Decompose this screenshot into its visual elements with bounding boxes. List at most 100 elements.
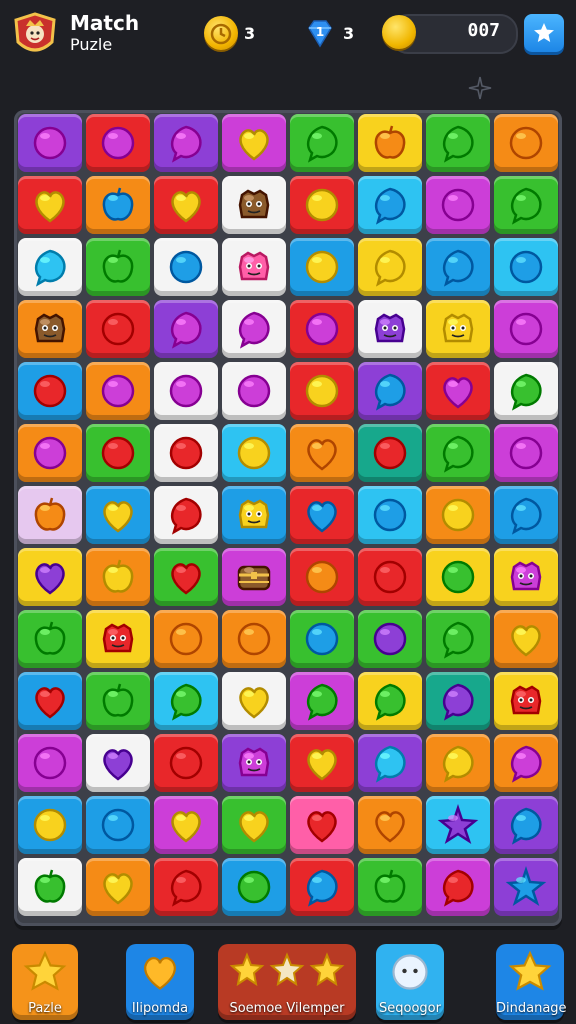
tile-r5-c6[interactable] [426,424,490,482]
tile-r11-c5[interactable] [358,796,422,854]
tile-r11-c1[interactable] [86,796,150,854]
tile-r2-c5[interactable] [358,238,422,296]
tile-r4-c2[interactable] [154,362,218,420]
tile-r10-c4[interactable] [290,734,354,792]
tile-r4-c0[interactable] [18,362,82,420]
tile-r10-c1[interactable] [86,734,150,792]
tile-r5-c2[interactable] [154,424,218,482]
tile-r1-c0[interactable] [18,176,82,234]
tile-r7-c4[interactable] [290,548,354,606]
tile-r9-c5[interactable] [358,672,422,730]
tile-r12-c1[interactable] [86,858,150,916]
tile-r7-c2[interactable] [154,548,218,606]
tile-r11-c6[interactable] [426,796,490,854]
tile-r0-c2[interactable] [154,114,218,172]
tile-r11-c2[interactable] [154,796,218,854]
tile-r1-c5[interactable] [358,176,422,234]
tile-r7-c5[interactable] [358,548,422,606]
tile-r3-c4[interactable] [290,300,354,358]
tile-r6-c0[interactable] [18,486,82,544]
favorite-button[interactable] [524,14,564,52]
tile-r1-c3[interactable] [222,176,286,234]
pazle-button[interactable]: Pazle [12,944,78,1020]
tile-r8-c7[interactable] [494,610,558,668]
tile-r8-c6[interactable] [426,610,490,668]
tile-r3-c2[interactable] [154,300,218,358]
tile-r2-c0[interactable] [18,238,82,296]
tile-r6-c1[interactable] [86,486,150,544]
tile-r5-c3[interactable] [222,424,286,482]
tile-r10-c3[interactable] [222,734,286,792]
tile-r2-c4[interactable] [290,238,354,296]
tile-r11-c3[interactable] [222,796,286,854]
tile-r7-c0[interactable] [18,548,82,606]
tile-r4-c4[interactable] [290,362,354,420]
tile-r2-c6[interactable] [426,238,490,296]
tile-r2-c3[interactable] [222,238,286,296]
tile-r11-c0[interactable] [18,796,82,854]
tile-r12-c2[interactable] [154,858,218,916]
tile-r9-c1[interactable] [86,672,150,730]
tile-r0-c5[interactable] [358,114,422,172]
tile-r10-c6[interactable] [426,734,490,792]
tile-r4-c7[interactable] [494,362,558,420]
tile-r5-c1[interactable] [86,424,150,482]
tile-r12-c5[interactable] [358,858,422,916]
tile-r3-c6[interactable] [426,300,490,358]
tile-r6-c6[interactable] [426,486,490,544]
tile-r10-c7[interactable] [494,734,558,792]
tile-r5-c7[interactable] [494,424,558,482]
tile-r2-c7[interactable] [494,238,558,296]
tile-r9-c3[interactable] [222,672,286,730]
tile-r6-c5[interactable] [358,486,422,544]
tile-r9-c0[interactable] [18,672,82,730]
tile-r7-c1[interactable] [86,548,150,606]
tile-r9-c4[interactable] [290,672,354,730]
tile-r0-c6[interactable] [426,114,490,172]
tile-r12-c4[interactable] [290,858,354,916]
tile-r6-c7[interactable] [494,486,558,544]
tile-r4-c6[interactable] [426,362,490,420]
tile-r9-c6[interactable] [426,672,490,730]
soemoe-button[interactable]: Soemoe Vilemper [218,944,356,1020]
tile-r1-c2[interactable] [154,176,218,234]
tile-r8-c1[interactable] [86,610,150,668]
tile-r12-c0[interactable] [18,858,82,916]
tile-r10-c5[interactable] [358,734,422,792]
tile-r2-c2[interactable] [154,238,218,296]
tile-r0-c7[interactable] [494,114,558,172]
tile-r6-c2[interactable] [154,486,218,544]
tile-r0-c0[interactable] [18,114,82,172]
tile-r12-c7[interactable] [494,858,558,916]
tile-r0-c1[interactable] [86,114,150,172]
tile-r3-c0[interactable] [18,300,82,358]
tile-r3-c1[interactable] [86,300,150,358]
tile-r7-c6[interactable] [426,548,490,606]
tile-r8-c3[interactable] [222,610,286,668]
tile-r10-c0[interactable] [18,734,82,792]
tile-r7-c7[interactable] [494,548,558,606]
tile-r10-c2[interactable] [154,734,218,792]
tile-r5-c0[interactable] [18,424,82,482]
tile-r8-c4[interactable] [290,610,354,668]
tile-r1-c4[interactable] [290,176,354,234]
tile-r2-c1[interactable] [86,238,150,296]
tile-r9-c7[interactable] [494,672,558,730]
tile-r1-c6[interactable] [426,176,490,234]
tile-r3-c3[interactable] [222,300,286,358]
tile-r3-c5[interactable] [358,300,422,358]
tile-r4-c1[interactable] [86,362,150,420]
tile-r7-c3[interactable] [222,548,286,606]
tile-r11-c4[interactable] [290,796,354,854]
seqoogor-button[interactable]: Seqoogor [376,944,444,1020]
tile-r4-c3[interactable] [222,362,286,420]
tile-r0-c4[interactable] [290,114,354,172]
tile-r8-c2[interactable] [154,610,218,668]
tile-r6-c3[interactable] [222,486,286,544]
tile-r12-c3[interactable] [222,858,286,916]
tile-r1-c7[interactable] [494,176,558,234]
tile-r8-c5[interactable] [358,610,422,668]
tile-r5-c5[interactable] [358,424,422,482]
tile-r12-c6[interactable] [426,858,490,916]
tile-r5-c4[interactable] [290,424,354,482]
